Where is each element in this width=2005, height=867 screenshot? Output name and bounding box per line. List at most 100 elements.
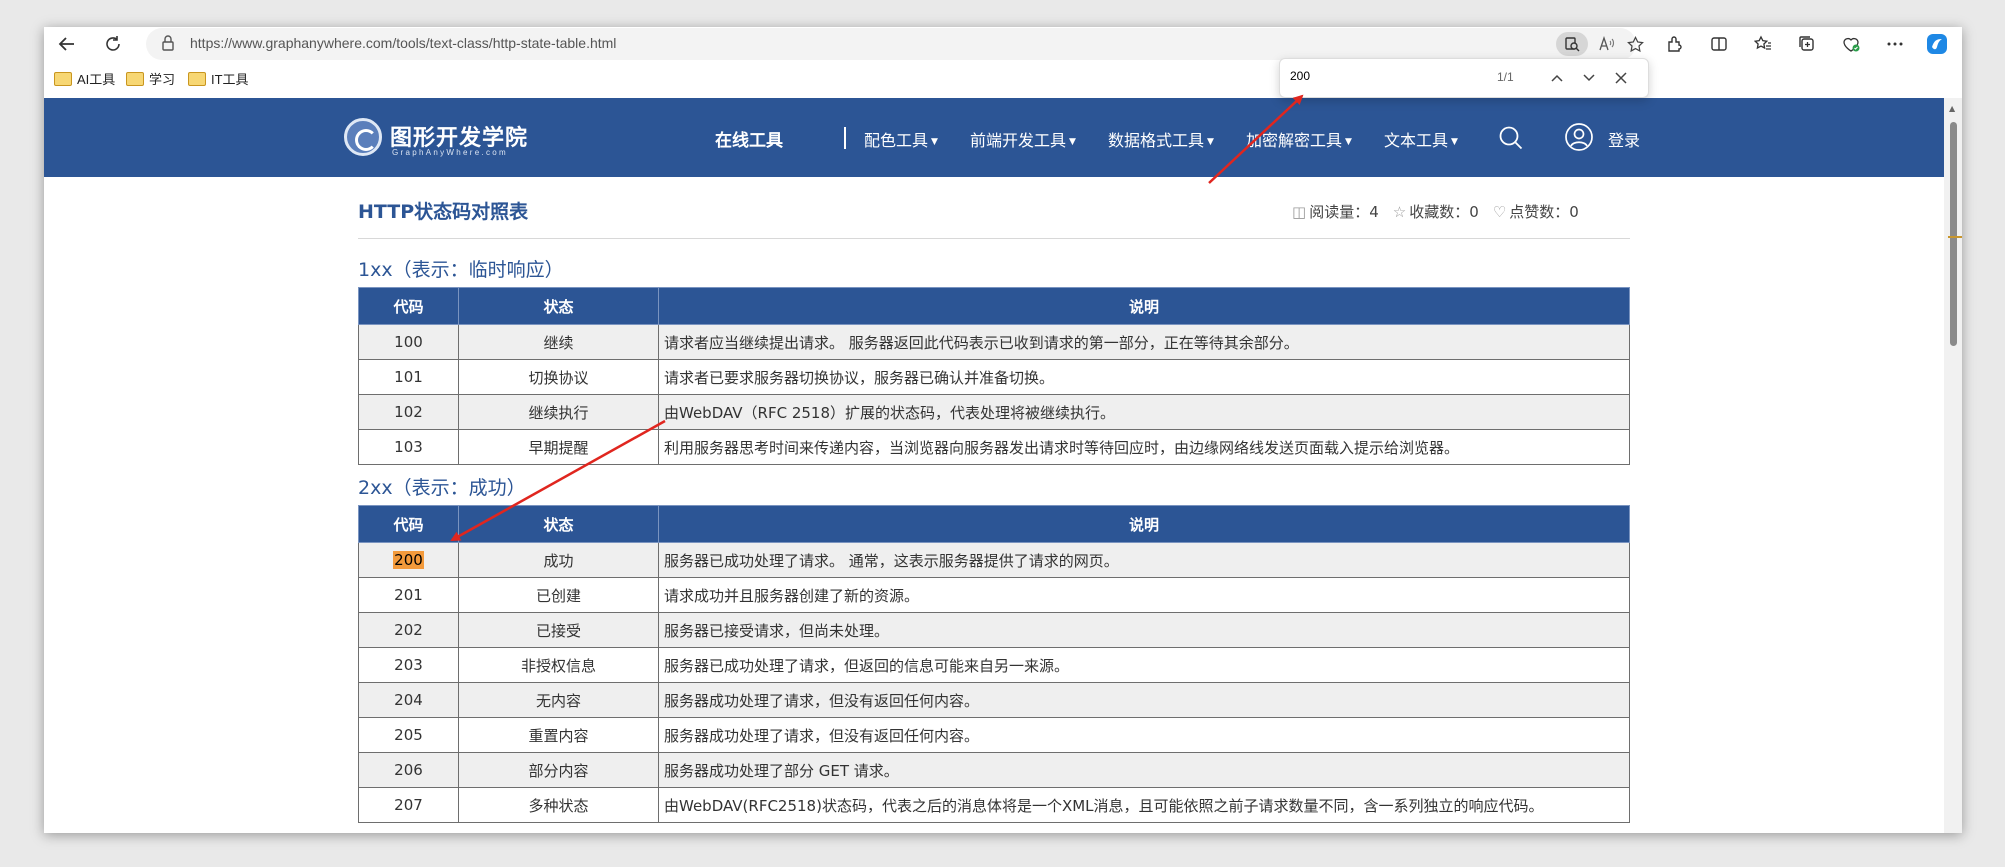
split-screen-icon[interactable] — [1706, 31, 1732, 57]
folder-icon — [126, 71, 144, 86]
favorite-star-icon[interactable] — [1622, 32, 1648, 56]
status-description: 由WebDAV(RFC2518)状态码，代表之后的消息体将是一个XML消息，且可… — [658, 787, 1630, 823]
favorites-count: 0 — [1469, 203, 1479, 221]
status-name: 成功 — [458, 542, 659, 578]
likes-label: 点赞数： — [1509, 203, 1570, 221]
status-code: 100 — [358, 324, 459, 360]
status-name: 已接受 — [458, 612, 659, 648]
bookmark-it-tools[interactable]: IT工具 — [188, 69, 249, 88]
table-row: 103 早期提醒 利用服务器思考时间来传递内容，当浏览器向服务器发出请求时等待回… — [358, 429, 1630, 465]
find-next-icon[interactable] — [1578, 67, 1600, 89]
favorites-list-icon[interactable] — [1750, 31, 1776, 57]
folder-icon — [54, 71, 72, 86]
column-header-code: 代码 — [358, 505, 459, 543]
scrollbar-thumb[interactable] — [1950, 122, 1957, 346]
search-icon[interactable] — [1498, 125, 1524, 151]
nav-online-tools[interactable]: 在线工具 — [715, 126, 783, 151]
views-label: 阅读量： — [1309, 203, 1370, 221]
table-row: 204 无内容 服务器成功处理了请求，但没有返回任何内容。 — [358, 682, 1630, 718]
lock-icon[interactable] — [160, 34, 178, 52]
table-row: 205 重置内容 服务器成功处理了请求，但没有返回任何内容。 — [358, 717, 1630, 753]
caret-down-icon: ▼ — [1345, 137, 1352, 147]
site-logo[interactable]: 图形开发学院 GraphAnyWhere.com — [344, 112, 534, 162]
find-bar: 200 1/1 — [1279, 58, 1649, 98]
status-code: 202 — [358, 612, 459, 648]
nav-frontend-tools[interactable]: 前端开发工具 ▼ — [970, 127, 1076, 151]
nav-text-tools[interactable]: 文本工具 ▼ — [1384, 127, 1458, 151]
browser-essentials-icon[interactable] — [1838, 31, 1864, 57]
back-icon[interactable] — [54, 31, 80, 57]
status-description: 由WebDAV（RFC 2518）扩展的状态码，代表处理将被继续执行。 — [658, 394, 1630, 430]
table-row: 201 已创建 请求成功并且服务器创建了新的资源。 — [358, 577, 1630, 613]
title-divider — [358, 238, 1630, 239]
status-name: 切换协议 — [458, 359, 659, 395]
find-result-count: 1/1 — [1497, 70, 1514, 84]
more-menu-icon[interactable] — [1882, 31, 1908, 57]
url-text[interactable]: https://www.graphanywhere.com/tools/text… — [190, 35, 616, 51]
caret-down-icon: ▼ — [1069, 137, 1076, 147]
section-title-1xx: 1xx（表示：临时响应） — [358, 259, 564, 281]
status-description: 服务器已成功处理了请求，但返回的信息可能来自另一来源。 — [658, 647, 1630, 683]
refresh-icon[interactable] — [100, 31, 126, 57]
status-code: 203 — [358, 647, 459, 683]
likes-stat[interactable]: ♡ 点赞数：0 — [1493, 201, 1579, 222]
status-code: 206 — [358, 752, 459, 788]
status-table-2xx: 代码 状态 说明 200 成功 服务器已成功处理了请求。 通常，这表示服务器提供… — [358, 505, 1630, 823]
status-description: 请求成功并且服务器创建了新的资源。 — [658, 577, 1630, 613]
scroll-up-icon[interactable]: ▲ — [1949, 104, 1955, 113]
logo-mark-icon — [344, 118, 382, 156]
find-input[interactable]: 200 — [1290, 69, 1310, 83]
section-title-2xx: 2xx（表示：成功） — [358, 477, 526, 499]
find-close-icon[interactable] — [1610, 67, 1632, 89]
find-previous-icon[interactable] — [1546, 67, 1568, 89]
url-host: https://www.graphanywhere.com — [190, 35, 393, 51]
likes-count: 0 — [1569, 203, 1579, 221]
nav-crypto-tools[interactable]: 加密解密工具 ▼ — [1246, 127, 1352, 151]
nav-label: 数据格式工具 — [1108, 131, 1205, 150]
status-code: 102 — [358, 394, 459, 430]
address-bar[interactable]: https://www.graphanywhere.com/tools/text… — [146, 28, 1644, 60]
nav-label: 配色工具 — [864, 131, 929, 150]
status-description: 请求者已要求服务器切换协议，服务器已确认并准备切换。 — [658, 359, 1630, 395]
status-name: 非授权信息 — [458, 647, 659, 683]
read-aloud-icon[interactable] — [1594, 32, 1620, 56]
article-stats: ◫ 阅读量：4 ☆ 收藏数：0 ♡ 点赞数：0 — [1292, 201, 1579, 222]
nav-label: 文本工具 — [1384, 131, 1449, 150]
status-description: 利用服务器思考时间来传递内容，当浏览器向服务器发出请求时等待回应时，由边缘网络线… — [658, 429, 1630, 465]
find-page-icon[interactable] — [1556, 32, 1588, 56]
status-code: 207 — [358, 787, 459, 823]
nav-data-format-tools[interactable]: 数据格式工具 ▼ — [1108, 127, 1214, 151]
status-name: 早期提醒 — [458, 429, 659, 465]
status-description: 服务器成功处理了请求，但没有返回任何内容。 — [658, 682, 1630, 718]
extensions-icon[interactable] — [1662, 31, 1688, 57]
status-name: 继续 — [458, 324, 659, 360]
caret-down-icon: ▼ — [931, 137, 938, 147]
nav-color-tools[interactable]: 配色工具 ▼ — [864, 127, 938, 151]
logo-subtitle: GraphAnyWhere.com — [392, 148, 509, 157]
status-description: 服务器成功处理了部分 GET 请求。 — [658, 752, 1630, 788]
bookmarks-bar: AI工具 学习 IT工具 — [44, 61, 1962, 93]
bookmark-study[interactable]: 学习 — [126, 69, 175, 88]
status-name: 继续执行 — [458, 394, 659, 430]
favorites-stat[interactable]: ☆ 收藏数：0 — [1393, 201, 1479, 222]
status-code: 200 — [358, 542, 459, 578]
book-icon: ◫ — [1292, 203, 1307, 221]
user-icon[interactable] — [1564, 122, 1594, 152]
bookmark-label: AI工具 — [77, 72, 116, 87]
collections-icon[interactable] — [1794, 31, 1820, 57]
login-link[interactable]: 登录 — [1608, 127, 1640, 151]
column-header-desc: 说明 — [658, 505, 1630, 543]
table-header-row: 代码 状态 说明 — [358, 505, 1630, 543]
table-row: 206 部分内容 服务器成功处理了部分 GET 请求。 — [358, 752, 1630, 788]
site-header: 图形开发学院 GraphAnyWhere.com 在线工具 配色工具 ▼ 前端开发… — [44, 98, 1962, 177]
copilot-icon[interactable] — [1924, 31, 1950, 57]
bookmark-ai-tools[interactable]: AI工具 — [54, 69, 115, 88]
page-title: HTTP状态码对照表 — [358, 201, 529, 223]
status-name: 已创建 — [458, 577, 659, 613]
status-code: 204 — [358, 682, 459, 718]
browser-window: https://www.graphanywhere.com/tools/text… — [44, 27, 1962, 833]
heart-icon: ♡ — [1492, 203, 1507, 221]
table-header-row: 代码 状态 说明 — [358, 287, 1630, 325]
table-row: 100 继续 请求者应当继续提出请求。 服务器返回此代码表示已收到请求的第一部分… — [358, 324, 1630, 360]
page-scrollbar[interactable]: ▲ — [1944, 98, 1962, 833]
